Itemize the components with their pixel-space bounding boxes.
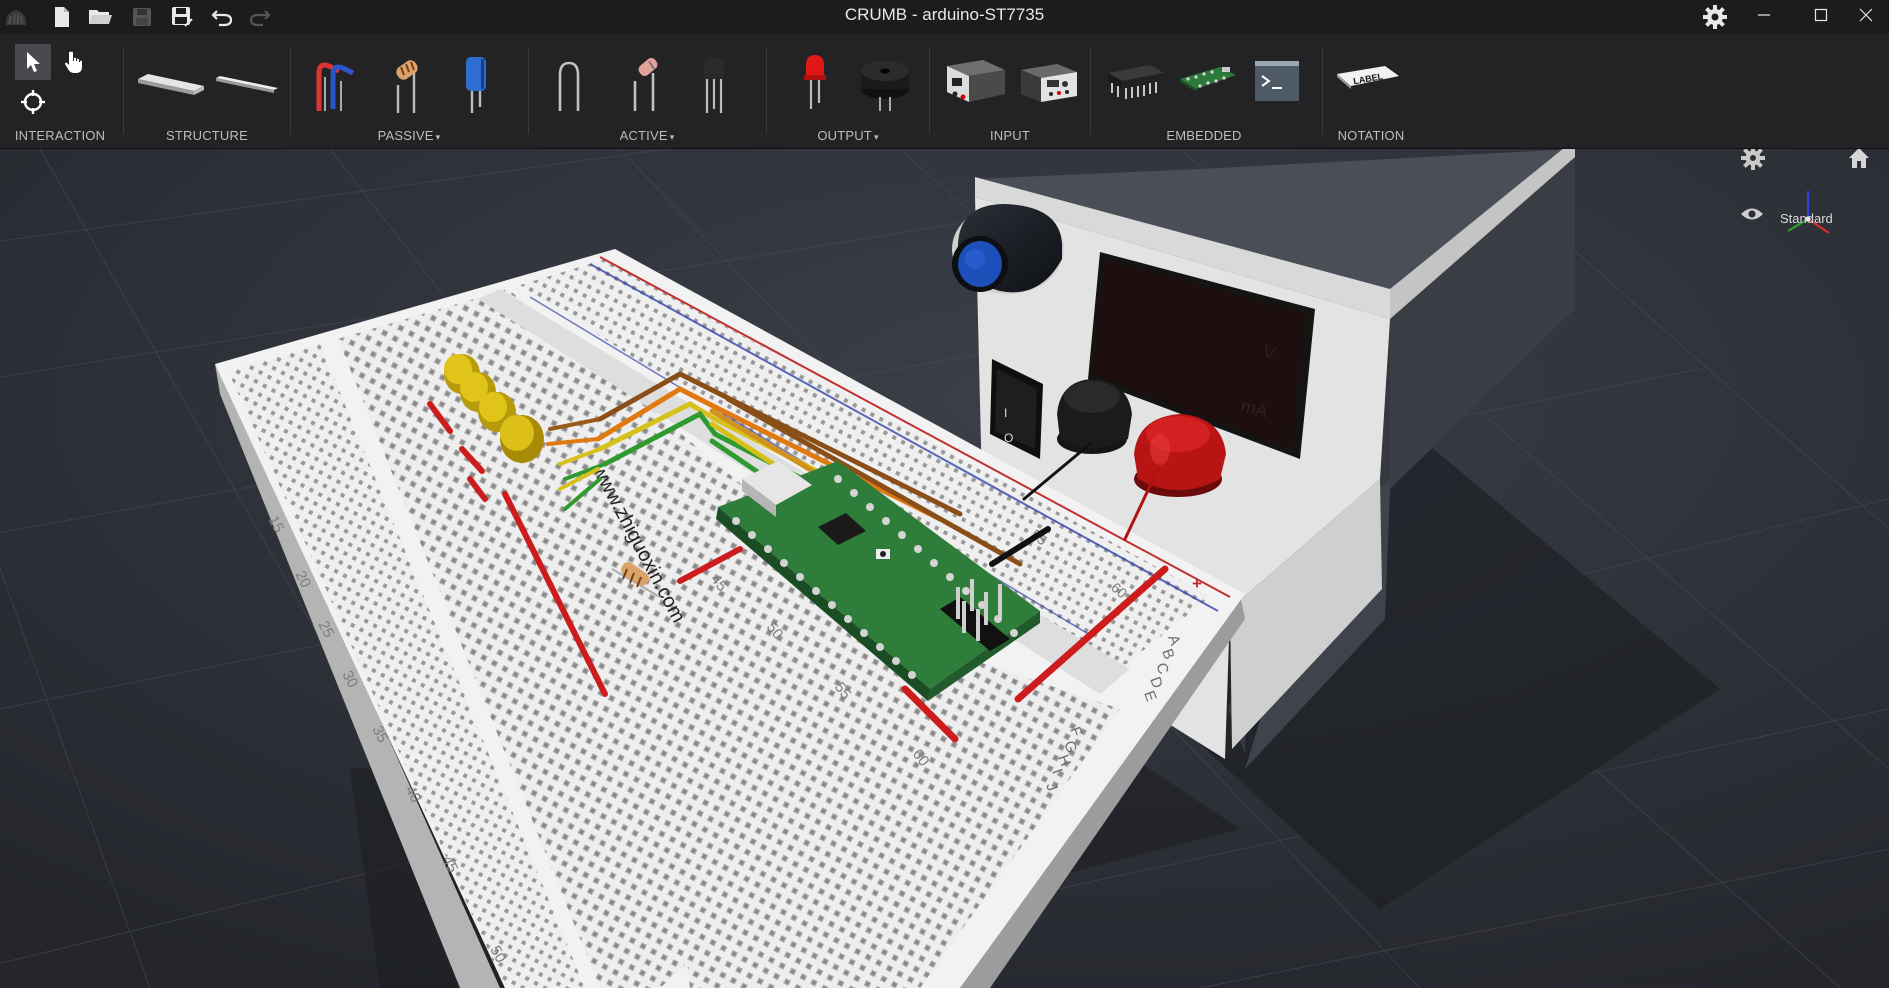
group-label-structure: STRUCTURE [166,128,248,143]
app-logo-icon [2,3,30,31]
group-label-output[interactable]: OUTPUT ▾ [767,128,929,143]
toolbar-group-passive: PASSIVE ▾ [291,34,527,148]
group-label-embedded: EMBEDDED [1166,128,1242,143]
group-label-passive[interactable]: PASSIVE ▾ [291,128,527,143]
resistor-icon [396,60,418,113]
label-tool[interactable]: LABEL [1331,58,1405,102]
toolbar-group-notation: LABEL NOTATION [1323,34,1419,148]
breadboard-full-tool[interactable] [134,64,208,104]
new-file-icon[interactable] [48,3,76,31]
hand-pan-tool[interactable] [56,44,92,80]
switch-on-label: I [1004,406,1007,420]
toolbar-group-structure: STRUCTURE [124,34,290,148]
buzzer-tool[interactable] [855,50,915,116]
diode-tool[interactable] [549,48,589,118]
target-focus-tool[interactable] [15,84,51,120]
view-visibility-eye-icon[interactable] [1740,206,1764,224]
rail-plus-sign: + [1192,574,1202,593]
home-view-icon[interactable] [1846,149,1876,175]
component-toolbar: INTERACTION STRUCTURE PASSIVE ▾ ACTIVE ▾… [0,34,1889,149]
hand-icon [65,51,82,73]
power-supply-icon [947,60,1005,102]
led-red-icon [804,55,826,109]
redo-icon[interactable] [246,3,274,31]
circuit-scene[interactable]: V mA I O 15 20 25 30 35 40 45 50 45 50 5… [0,149,1889,988]
toolbar-group-embedded: EMBEDDED [1091,34,1317,148]
chevron-down-icon: ▾ [669,132,675,142]
settings-gear-icon[interactable] [1701,3,1729,31]
label-tag-icon: LABEL [1337,66,1399,89]
capacitor-tool[interactable] [456,48,496,118]
toolbar-group-active: ACTIVE ▾ [529,34,765,148]
view-settings-gear-icon[interactable] [1740,149,1774,179]
diode-icon [558,61,580,111]
group-label-active[interactable]: ACTIVE ▾ [529,128,765,143]
group-label-notation: NOTATION [1337,128,1405,143]
breadboard-strip-icon [216,76,278,93]
select-pointer-tool[interactable] [15,44,51,80]
pointer-arrow-icon [27,52,40,72]
arduino-nano-tool[interactable] [1175,54,1239,110]
rectifier-diode-tool[interactable] [624,48,664,118]
breadboard-half-tool[interactable] [212,64,282,104]
chevron-down-icon: ▾ [873,132,879,142]
chevron-down-icon: ▾ [435,132,441,142]
ic-chip-tool[interactable] [1103,54,1167,110]
function-generator-icon [1021,64,1077,102]
signal-generator-tool[interactable] [1014,52,1080,112]
buzzer-icon [861,61,909,111]
serial-monitor-tool[interactable] [1249,56,1305,106]
transistor-tool[interactable] [694,48,734,118]
wire-tool[interactable] [311,48,361,118]
resistor-tool[interactable] [386,48,426,118]
crosshair-icon [21,90,45,114]
led-tool[interactable] [795,48,835,118]
toolbar-group-input: INPUT [930,34,1090,148]
group-label-interaction: INTERACTION [14,128,106,143]
ic-chip-icon [1108,65,1164,99]
transistor-icon [704,57,724,113]
window-title: CRUMB - arduino-ST7735 [844,5,1045,24]
save-as-icon[interactable] [168,3,196,31]
voltage-knob[interactable] [952,204,1064,294]
open-folder-icon[interactable] [86,3,114,31]
undo-icon[interactable] [208,3,236,31]
close-button[interactable] [1838,0,1889,30]
wire-jumper-icon [316,62,355,111]
title-bar: CRUMB - arduino-ST7735 [0,0,1889,34]
black-terminal[interactable] [1057,379,1132,454]
minimize-button[interactable] [1736,0,1792,30]
terminal-icon [1255,61,1299,101]
red-terminal[interactable] [1134,414,1226,497]
3d-viewport[interactable]: V mA I O 15 20 25 30 35 40 45 50 45 50 5… [0,149,1889,988]
power-supply-tool[interactable] [942,52,1008,112]
toolbar-group-output: OUTPUT ▾ [767,34,929,148]
yellow-led[interactable] [500,415,544,463]
arduino-board-icon [1180,67,1236,92]
breadboard-icon [138,74,204,95]
group-label-input: INPUT [990,128,1030,143]
diode-pink-icon [633,58,658,111]
capacitor-icon [466,57,486,113]
view-mode-label[interactable]: Standard [1780,211,1833,226]
toolbar-group-interaction: INTERACTION [0,34,120,148]
save-icon[interactable] [128,3,156,31]
switch-off-label: O [1004,431,1013,445]
